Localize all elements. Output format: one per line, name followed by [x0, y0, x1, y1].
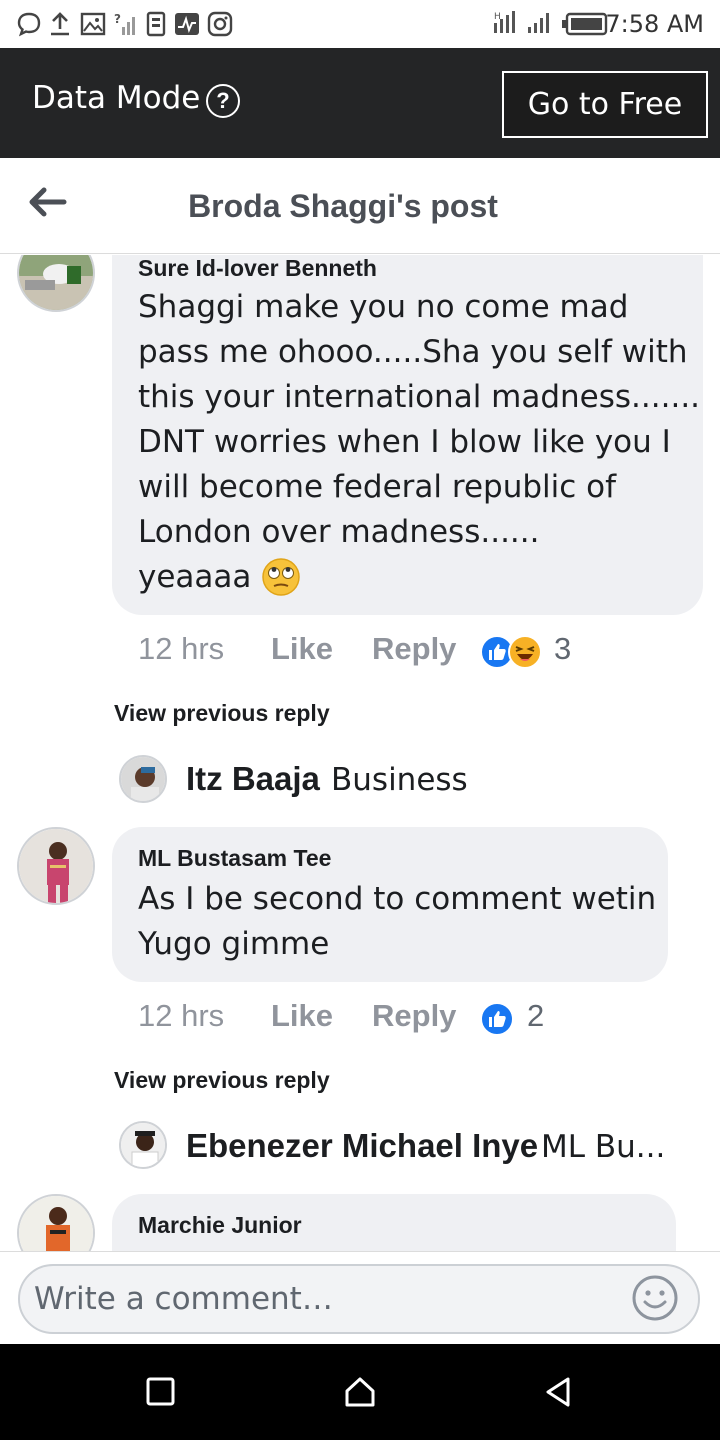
avatar-photo	[121, 1123, 165, 1167]
comments-feed[interactable]: Sure Id-lover Benneth Shaggi make you no…	[0, 255, 720, 1251]
comment-line-last: yeaaaa	[138, 555, 700, 600]
reply-author[interactable]: Ebenezer Michael Inye	[186, 1127, 538, 1165]
like-button[interactable]: Like	[271, 631, 333, 667]
svg-text:H: H	[494, 12, 501, 22]
image-icon	[80, 12, 106, 36]
reply-button[interactable]: Reply	[372, 631, 456, 667]
comment-time: 12 hrs	[138, 631, 225, 666]
upload-icon	[51, 12, 69, 36]
avatar-photo	[121, 757, 165, 801]
comment-line: DNT worries when I blow like you I	[138, 424, 671, 460]
comment-composer	[0, 1251, 720, 1344]
back-nav-icon[interactable]	[542, 1374, 574, 1410]
signal-icon: H	[494, 11, 515, 33]
comment-line: Shaggi make you no come mad	[138, 289, 629, 325]
data-mode-label: Data Mode	[32, 80, 201, 116]
avatar[interactable]	[119, 1121, 167, 1169]
comment-input[interactable]	[18, 1264, 700, 1334]
sim-icon	[146, 11, 166, 37]
comment-author[interactable]: ML Bustasam Tee	[138, 845, 331, 872]
comment-bubble[interactable]: Sure Id-lover Benneth Shaggi make you no…	[112, 255, 703, 615]
avatar-photo	[19, 255, 93, 310]
activity-icon	[175, 13, 199, 35]
haha-reaction-icon[interactable]	[508, 635, 542, 669]
comment-line: Yugo gimme	[138, 926, 330, 962]
comment-bubble[interactable]: Marchie Junior	[112, 1194, 676, 1251]
like-reaction-icon[interactable]	[480, 1002, 514, 1036]
data-mode-bar: Data Mode ? Go to Free	[0, 48, 720, 158]
reply-author[interactable]: Itz Baaja	[186, 760, 320, 798]
rolling-eyes-emoji-icon	[262, 558, 301, 596]
view-previous-reply-link[interactable]: View previous reply	[114, 1067, 330, 1094]
comment-line: As I be second to comment wetin	[138, 881, 657, 917]
avatar[interactable]	[17, 1194, 95, 1251]
comment-text: Shaggi make you no come mad pass me ohoo…	[138, 255, 700, 600]
go-to-free-button[interactable]: Go to Free	[502, 71, 708, 138]
signal-icon: ?	[114, 12, 135, 35]
help-icon[interactable]: ?	[206, 84, 240, 118]
page-title: Broda Shaggi's post	[188, 188, 498, 224]
status-time: 7:58 AM	[605, 10, 704, 38]
status-bar: ? H 7:58 AM	[0, 0, 720, 48]
avatar[interactable]	[17, 255, 95, 312]
comment-line: pass me ohooo.....Sha you self with	[138, 334, 688, 370]
comment-line: London over madness......	[138, 514, 540, 550]
like-button[interactable]: Like	[271, 998, 333, 1034]
message-icon	[17, 12, 41, 37]
avatar[interactable]	[119, 755, 167, 803]
system-nav-bar	[0, 1344, 720, 1440]
comment-time: 12 hrs	[138, 998, 225, 1033]
comment-text: As I be second to comment wetin Yugo gim…	[138, 877, 656, 967]
comment-line: will become federal republic of	[138, 469, 617, 505]
avatar-photo	[19, 829, 93, 903]
battery-icon	[562, 12, 608, 36]
comment-line: this your international madness.......	[138, 379, 701, 415]
comment-bubble[interactable]: ML Bustasam Tee As I be second to commen…	[112, 827, 668, 982]
comment-line: yeaaaa	[138, 559, 252, 595]
instagram-icon	[207, 11, 233, 37]
comment-author[interactable]: Marchie Junior	[138, 1212, 302, 1239]
reaction-count[interactable]: 3	[554, 631, 571, 667]
svg-text:?: ?	[114, 12, 121, 26]
reply-button[interactable]: Reply	[372, 998, 456, 1034]
home-nav-icon[interactable]	[343, 1374, 377, 1410]
avatar-photo	[19, 1196, 93, 1251]
avatar[interactable]	[17, 827, 95, 905]
signal-icon	[528, 13, 549, 33]
reaction-count[interactable]: 2	[527, 998, 544, 1034]
square-nav-icon[interactable]	[145, 1374, 177, 1410]
view-previous-reply-link[interactable]: View previous reply	[114, 700, 330, 727]
reply-text[interactable]: ML Bu...	[541, 1129, 666, 1165]
reply-text[interactable]: Business	[331, 762, 631, 798]
emoji-icon[interactable]	[631, 1274, 679, 1322]
post-header: Broda Shaggi's post	[0, 158, 720, 254]
